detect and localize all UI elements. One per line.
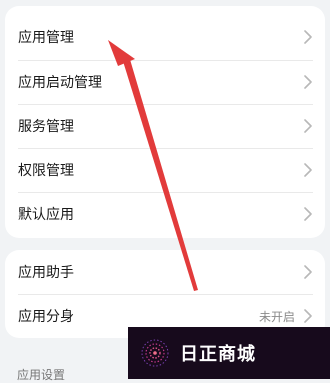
app-assistant-row[interactable]: 应用助手	[5, 250, 325, 294]
service-management-row[interactable]: 服务管理	[5, 104, 325, 148]
app-settings-section-title: 应用设置	[17, 368, 66, 382]
app-management-row[interactable]: 应用管理	[5, 6, 325, 60]
service-management-label: 服务管理	[18, 119, 74, 135]
app-settings-card: 应用管理 应用启动管理 服务管理 权限管理 默认应用	[5, 6, 325, 238]
default-apps-row[interactable]: 默认应用	[5, 192, 325, 236]
chevron-right-icon	[304, 265, 312, 279]
app-clone-status: 未开启	[258, 309, 295, 324]
chevron-right-icon	[304, 75, 312, 89]
default-apps-label: 默认应用	[18, 207, 74, 223]
app-launch-management-row[interactable]: 应用启动管理	[5, 60, 325, 104]
chevron-right-icon	[304, 309, 312, 323]
app-assistant-label: 应用助手	[18, 265, 74, 281]
chevron-right-icon	[304, 119, 312, 133]
permission-management-label: 权限管理	[18, 163, 74, 179]
chevron-right-icon	[304, 30, 312, 44]
chevron-right-icon	[304, 207, 312, 221]
watermark-banner: 日正商城	[128, 327, 330, 379]
app-tools-card: 应用助手 应用分身 未开启	[5, 250, 325, 338]
watermark-text: 日正商城	[180, 344, 256, 365]
chevron-right-icon	[304, 163, 312, 177]
permission-management-row[interactable]: 权限管理	[5, 148, 325, 192]
app-launch-management-label: 应用启动管理	[18, 75, 102, 91]
app-clone-label: 应用分身	[18, 309, 74, 325]
dotted-globe-logo-icon	[141, 339, 169, 367]
app-management-label: 应用管理	[18, 30, 74, 46]
